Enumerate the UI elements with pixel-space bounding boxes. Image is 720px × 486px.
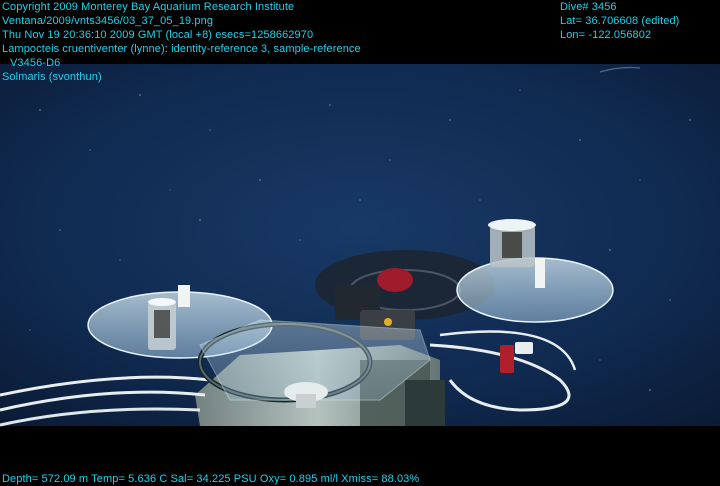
- dive-number-text: Dive# 3456: [560, 1, 617, 13]
- annotation-text: Lampocteis cruentiventer (lynne): identi…: [2, 43, 361, 55]
- sample-id-text: V3456-D6: [10, 57, 61, 69]
- timestamp-text: Thu Nov 19 20:36:10 2009 GMT (local +8) …: [2, 29, 314, 41]
- overlay-top-left: Copyright 2009 Monterey Bay Aquarium Res…: [2, 0, 361, 84]
- overlay-bottom-sensors: Depth= 572.09 m Temp= 5.636 C Sal= 34.22…: [2, 472, 419, 486]
- latitude-text: Lat= 36.706608 (edited): [560, 15, 680, 27]
- sampler-text: Solmaris (svonthun): [2, 71, 102, 83]
- file-path-text: Ventana/2009/vnts3456/03_37_05_19.png: [2, 15, 214, 27]
- copyright-text: Copyright 2009 Monterey Bay Aquarium Res…: [2, 1, 295, 13]
- sensor-readout-text: Depth= 572.09 m Temp= 5.636 C Sal= 34.22…: [2, 473, 420, 485]
- overlay-top-right: Dive# 3456 Lat= 36.706608 (edited) Lon= …: [560, 0, 679, 42]
- longitude-text: Lon= -122.056802: [560, 29, 652, 41]
